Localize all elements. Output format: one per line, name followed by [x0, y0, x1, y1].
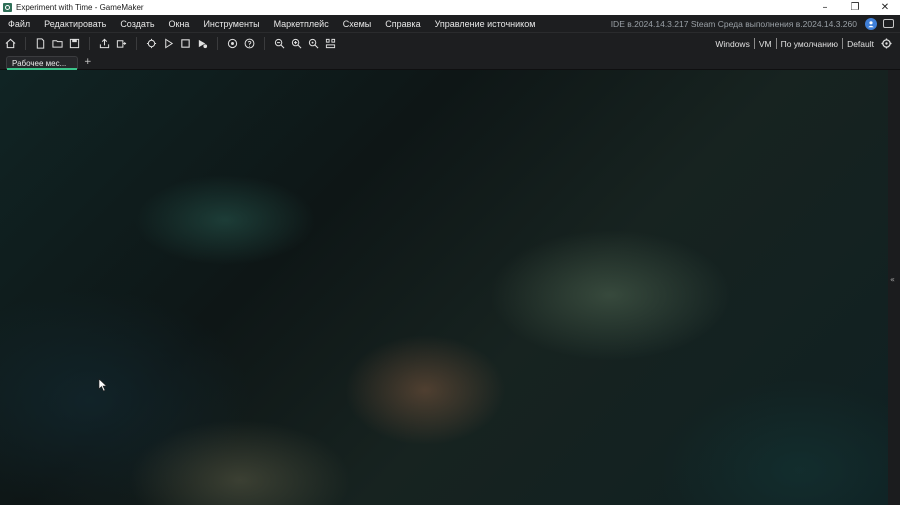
right-dock-strip: « [888, 70, 900, 505]
import-icon[interactable] [114, 36, 129, 51]
toolbar-divider [136, 37, 137, 50]
add-tab-button[interactable]: + [84, 57, 92, 67]
menu-windows[interactable]: Окна [161, 19, 196, 29]
open-project-icon[interactable] [50, 36, 65, 51]
target-platform[interactable]: Windows [711, 39, 753, 49]
debug-icon[interactable] [195, 36, 210, 51]
zoom-out-icon[interactable] [272, 36, 287, 51]
workspace-canvas[interactable] [0, 70, 888, 505]
target-config[interactable]: По умолчанию [777, 39, 842, 49]
home-icon[interactable] [3, 36, 18, 51]
menu-edit[interactable]: Редактировать [36, 19, 112, 29]
restore-button[interactable]: ❐ [840, 0, 870, 15]
help-icon[interactable] [242, 36, 257, 51]
main-toolbar: Windows VM По умолчанию Default [0, 32, 900, 54]
settings-icon[interactable] [225, 36, 240, 51]
menu-source-control[interactable]: Управление источником [427, 19, 542, 29]
toolbar-divider [89, 37, 90, 50]
workspace-tab-bar: Рабочее мес... + [0, 53, 900, 70]
toolbar-divider [25, 37, 26, 50]
toolbar-divider [264, 37, 265, 50]
menu-file[interactable]: Файл [0, 19, 36, 29]
run-icon[interactable] [161, 36, 176, 51]
window-title: Experiment with Time - GameMaker [16, 3, 144, 12]
menu-tools[interactable]: Инструменты [195, 19, 265, 29]
menu-bar: Файл Редактировать Создать Окна Инструме… [0, 15, 900, 32]
close-button[interactable]: ✕ [870, 0, 900, 15]
gamemaker-app-icon [3, 3, 12, 12]
tab-workspace[interactable]: Рабочее мес... [6, 56, 78, 70]
user-circle-icon[interactable] [865, 17, 877, 30]
title-bar: Experiment with Time - GameMaker – ❐ ✕ [0, 0, 900, 15]
new-project-icon[interactable] [33, 36, 48, 51]
menu-layouts[interactable]: Схемы [335, 19, 378, 29]
minimize-button[interactable]: – [810, 0, 840, 15]
target-output[interactable]: VM [755, 39, 776, 49]
target-settings-icon[interactable] [879, 36, 894, 51]
export-icon[interactable] [97, 36, 112, 51]
menu-create[interactable]: Создать [112, 19, 160, 29]
target-device[interactable]: Default [843, 39, 878, 49]
grid-icon[interactable] [323, 36, 338, 51]
zoom-in-icon[interactable] [289, 36, 304, 51]
toolbar-divider [217, 37, 218, 50]
clean-icon[interactable] [144, 36, 159, 51]
save-icon[interactable] [67, 36, 82, 51]
menu-help[interactable]: Справка [377, 19, 426, 29]
tab-workspace-label: Рабочее мес... [12, 58, 67, 68]
expand-panel-handle[interactable]: « [890, 275, 895, 284]
ide-version-label: IDE в.2024.14.3.217 Steam Среда выполнен… [610, 18, 857, 29]
mouse-cursor-icon [98, 378, 108, 392]
zoom-reset-icon[interactable] [306, 36, 321, 51]
stop-icon[interactable] [178, 36, 193, 51]
chat-icon[interactable] [883, 19, 894, 28]
menu-marketplace[interactable]: Маркетплейс [266, 19, 335, 29]
